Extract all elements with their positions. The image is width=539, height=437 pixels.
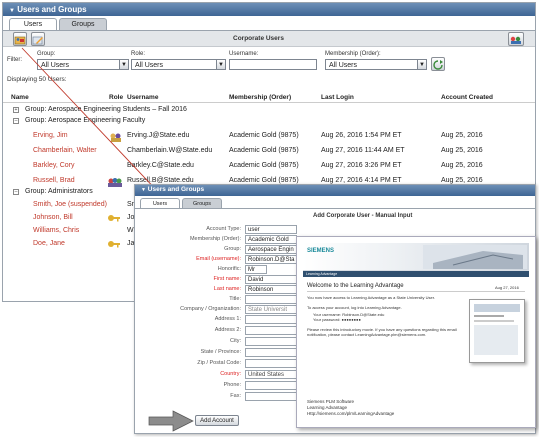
dialog-tab-users[interactable]: Users (140, 198, 180, 208)
dialog-title: Users and Groups (147, 186, 205, 193)
country-select[interactable]: United States (245, 370, 297, 379)
field-label: Honorific: (217, 266, 241, 272)
email-date: Aug 27, 2016 (495, 285, 519, 290)
brand-logo: SIEMENS (307, 248, 335, 254)
group-select[interactable]: Aerospace Engin (245, 245, 297, 254)
email-password: Your password: ●●●●●●●● (313, 317, 361, 322)
pointer-arrow-icon (148, 410, 194, 432)
field-label: Account Type: (206, 226, 241, 232)
field-label: Fax: (230, 393, 241, 399)
address1-field[interactable] (245, 315, 297, 324)
city-field[interactable] (245, 337, 297, 346)
field-label: Phone: (223, 382, 241, 388)
field-label: Membership (Order): (189, 236, 241, 242)
email-subbar: Learning Advantage (303, 271, 529, 277)
email-line2: To access your account, log into Learnin… (307, 305, 402, 310)
thumb-header (474, 304, 520, 312)
state-field[interactable] (245, 348, 297, 357)
field-label: Company / Organization: (180, 306, 241, 312)
email-footer-1: Siemens PLM Software (307, 399, 355, 404)
thumb-line (474, 315, 504, 317)
dialog-heading: Add Corporate User - Manual Input (313, 213, 413, 219)
membership-select[interactable]: Academic Gold (245, 235, 297, 244)
email-field[interactable]: Robinson.D@Sta (245, 255, 297, 264)
email-title: Welcome to the Learning Advantage (307, 283, 404, 289)
collapse-icon[interactable]: ▼ (141, 187, 146, 193)
field-label: Last name: (213, 286, 241, 292)
thumb-body (474, 325, 518, 355)
thumb-line (474, 320, 514, 322)
account-type-select[interactable]: user (245, 225, 297, 234)
zip-field[interactable] (245, 359, 297, 368)
email-line1: You now have access to Learning Advantag… (307, 295, 435, 300)
address2-field[interactable] (245, 326, 297, 335)
email-footer-2: Learning Advantage (307, 405, 348, 410)
field-label: Country: (220, 371, 241, 377)
field-label: State / Province: (200, 349, 241, 355)
welcome-email: SIEMENS Learning Advantage Welcome to th… (296, 236, 536, 428)
add-account-button[interactable]: Add Account (195, 415, 239, 426)
company-field[interactable]: State Universit (245, 305, 297, 314)
field-label: First name: (213, 276, 241, 282)
first-name-field[interactable]: David (245, 275, 297, 284)
field-label: Title: (229, 296, 241, 302)
field-label: Email (username): (196, 256, 241, 262)
last-name-field[interactable]: Robinson (245, 285, 297, 294)
movie-thumbnail[interactable] (469, 299, 525, 363)
phone-field[interactable] (245, 381, 297, 390)
dialog-titlebar: ▼ Users and Groups (135, 185, 535, 196)
field-label: City: (230, 338, 241, 344)
field-label: Address 1: (214, 316, 241, 322)
field-label: Zip / Postal Code: (197, 360, 241, 366)
email-banner: SIEMENS (303, 243, 529, 271)
fax-field[interactable] (245, 392, 297, 401)
email-line3: Please review this introductory movie. I… (307, 327, 457, 337)
divider (135, 208, 535, 209)
divider (307, 291, 525, 292)
honorific-select[interactable]: Mr (245, 265, 267, 274)
title-field[interactable] (245, 295, 297, 304)
email-footer-3[interactable]: Http://siemens.com/plm/LearningAdvantage (307, 411, 394, 416)
dialog-tab-groups[interactable]: Groups (182, 198, 222, 208)
field-label: Group: (224, 246, 241, 252)
banner-image (423, 245, 527, 269)
field-label: Address 2: (214, 327, 241, 333)
